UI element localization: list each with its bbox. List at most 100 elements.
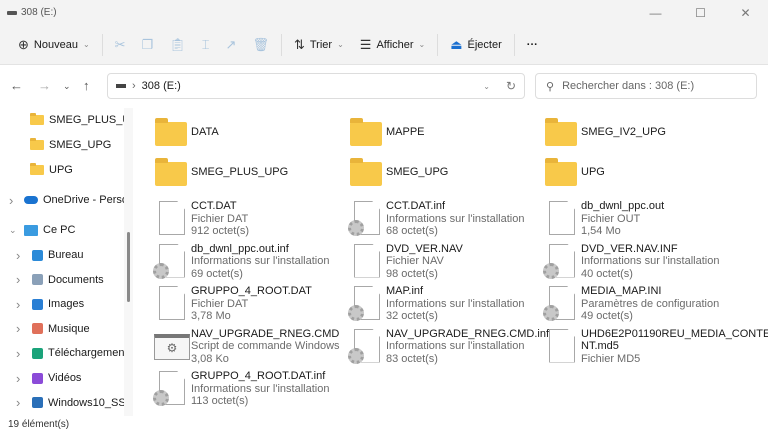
cmd-script-icon: ⚙ <box>153 328 191 366</box>
item-type: Script de commande Windows <box>191 340 340 352</box>
item-size: 32 octet(s) <box>386 310 438 322</box>
folder-item[interactable]: SMEG_PLUS_UPG <box>153 154 343 192</box>
file-item[interactable]: GRUPPO_4_ROOT.DAT Fichier DAT 3,78 Mo <box>153 285 343 323</box>
file-item[interactable]: UHD6E2P01190REU_MEDIA_CONTE NT.md5 Fichier… <box>543 328 768 366</box>
sidebar-item-windows10-ssd1to[interactable]: › Windows10_SSD1TO <box>16 393 124 413</box>
item-name: MAPPE <box>386 126 425 138</box>
file-item[interactable]: CCT.DAT.inf Informations sur l'installati… <box>348 200 538 238</box>
item-text: DVD_VER.NAV.INF Informations sur l'instal… <box>581 243 719 281</box>
folder-item[interactable]: UPG <box>543 154 733 192</box>
chevron-right-icon[interactable]: › <box>16 272 20 287</box>
file-item[interactable]: CCT.DAT Fichier DAT 912 octet(s) <box>153 200 343 238</box>
more-button[interactable]: ··· <box>519 30 546 60</box>
maximize-button[interactable]: ☐ <box>678 0 723 25</box>
item-text: db_dwnl_ppc.out.inf Informations sur l'in… <box>191 243 329 281</box>
chevron-right-icon[interactable]: › <box>16 248 20 263</box>
sidebar-item-images[interactable]: › Images <box>16 294 84 314</box>
cut-button[interactable]: ✂ <box>107 30 134 60</box>
folder-item[interactable]: DATA <box>153 114 343 152</box>
folder-shape <box>350 158 382 186</box>
sort-button[interactable]: ⇅ Trier ⌄ <box>286 30 352 60</box>
settings-file-icon <box>153 370 191 408</box>
history-dropdown-icon[interactable]: ⌄ <box>483 82 490 91</box>
item-name: DVD_VER.NAV <box>386 242 463 255</box>
rename-button[interactable]: ⌶ <box>194 30 218 60</box>
new-button[interactable]: ⊕ Nouveau ⌄ <box>10 30 98 60</box>
chevron-down-icon[interactable]: ⌄ <box>9 225 17 236</box>
settings-file-icon <box>543 243 581 281</box>
settings-file-icon <box>348 285 386 323</box>
item-name: MEDIA_MAP.INI <box>581 285 662 297</box>
chevron-right-icon[interactable]: › <box>16 321 20 336</box>
item-name: SMEG_UPG <box>386 166 449 178</box>
item-name: DATA <box>191 126 219 138</box>
folder-item[interactable]: SMEG_UPG <box>348 154 538 192</box>
item-text: db_dwnl_ppc.out Fichier OUT 1,54 Mo <box>581 200 664 238</box>
sidebar-item-pinned-folder[interactable]: UPG <box>30 160 73 180</box>
back-arrow-icon[interactable]: ← <box>10 78 23 93</box>
sidebar-item-documents[interactable]: › Documents <box>16 270 104 290</box>
minimize-button[interactable]: — <box>633 0 678 25</box>
file-item[interactable]: GRUPPO_4_ROOT.DAT.inf Informations sur l'… <box>153 370 343 408</box>
more-icon: ··· <box>526 38 538 51</box>
search-box[interactable]: ⚲ Rechercher dans : 308 (E:) <box>535 73 757 99</box>
sidebar-item-pinned-folder[interactable]: SMEG_UPG <box>30 135 111 155</box>
sidebar-item-t-l-chargements[interactable]: › Téléchargements <box>16 343 124 363</box>
chevron-right-icon[interactable]: › <box>16 297 20 312</box>
folder-item[interactable]: MAPPE <box>348 114 538 152</box>
chevron-down-icon: ⌄ <box>82 40 90 49</box>
plus-circle-icon: ⊕ <box>18 36 29 52</box>
sidebar-item-bureau[interactable]: › Bureau <box>16 245 83 265</box>
eject-button[interactable]: ⏏ Éjecter <box>442 30 510 60</box>
copy-button[interactable]: ❐ <box>134 30 162 60</box>
file-item[interactable]: db_dwnl_ppc.out Fichier OUT 1,54 Mo <box>543 200 733 238</box>
sidebar-item-this-pc[interactable]: ⌄ Ce PC <box>9 220 75 240</box>
file-item[interactable]: NAV_UPGRADE_RNEG.CMD.inf Informations sur… <box>348 328 549 366</box>
sidebar-item-vid-os[interactable]: › Vidéos <box>16 368 81 388</box>
sort-icon: ⇅ <box>293 36 305 52</box>
sidebar-item-musique[interactable]: › Musique <box>16 319 90 339</box>
chevron-right-icon[interactable]: › <box>16 395 20 410</box>
chevron-right-icon[interactable]: › <box>16 346 20 361</box>
file-item[interactable]: ⚙ NAV_UPGRADE_RNEG.CMD Script de commande … <box>153 328 343 366</box>
folder-icon <box>543 154 581 192</box>
sidebar-item-onedrive[interactable]: › OneDrive - Personal <box>9 190 124 210</box>
file-item[interactable]: MAP.inf Informations sur l'installation 32… <box>348 285 538 323</box>
settings-file-icon <box>153 243 191 281</box>
breadcrumb-current[interactable]: 308 (E:) <box>142 80 181 92</box>
file-item[interactable]: db_dwnl_ppc.out.inf Informations sur l'in… <box>153 243 343 281</box>
paste-button[interactable]: 📋︎ <box>161 30 194 60</box>
folder-item[interactable]: SMEG_IV2_UPG <box>543 114 733 152</box>
chevron-right-icon[interactable]: › <box>16 371 20 386</box>
delete-button[interactable]: 🗑︎ <box>244 30 277 60</box>
item-text: SMEG_IV2_UPG <box>581 114 666 139</box>
file-icon <box>153 200 191 238</box>
folder-icon <box>153 154 191 192</box>
file-item[interactable]: DVD_VER.NAV.INF Informations sur l'instal… <box>543 243 733 281</box>
sort-label: Trier <box>309 38 333 51</box>
drive-icon <box>116 84 126 88</box>
close-button[interactable]: ✕ <box>723 0 768 25</box>
address-bar[interactable]: › 308 (E:) ⌄ ↻ <box>107 73 525 99</box>
up-arrow-icon[interactable]: ↑ <box>83 78 90 93</box>
scissors-icon: ✂ <box>114 36 126 52</box>
item-name: SMEG_PLUS_UPG <box>191 166 289 178</box>
share-button[interactable]: ↗ <box>218 30 245 60</box>
item-text: UHD6E2P01190REU_MEDIA_CONTE NT.md5 Fichier… <box>581 328 768 366</box>
forward-arrow-icon[interactable]: → <box>38 78 51 93</box>
file-item[interactable]: DVD_VER.NAV Fichier NAV 98 octet(s) <box>348 243 538 281</box>
chevron-right-icon[interactable]: › <box>9 193 13 208</box>
sidebar-item-pinned-folder[interactable]: SMEG_PLUS_UPG <box>30 110 124 130</box>
folder-shape <box>155 158 187 186</box>
command-bar: ⊕ Nouveau ⌄ ✂ ❐ 📋︎ ⌶ ↗ 🗑︎ ⇅ Trier ⌄ ☰ Affiche… <box>0 25 768 65</box>
item-name: MAP.inf <box>386 285 424 297</box>
refresh-icon[interactable]: ↻ <box>506 79 516 93</box>
document-shape <box>354 243 380 278</box>
document-shape <box>549 201 575 235</box>
item-type: Paramètres de configuration <box>581 297 720 310</box>
view-button[interactable]: ☰ Afficher ⌄ <box>352 30 433 60</box>
search-input[interactable]: Rechercher dans : 308 (E:) <box>562 80 694 92</box>
sidebar-scrollbar-thumb[interactable] <box>127 232 130 302</box>
file-item[interactable]: MEDIA_MAP.INI Paramètres de configuration… <box>543 285 733 323</box>
recent-chevron-icon[interactable]: ⌄ <box>63 81 71 92</box>
